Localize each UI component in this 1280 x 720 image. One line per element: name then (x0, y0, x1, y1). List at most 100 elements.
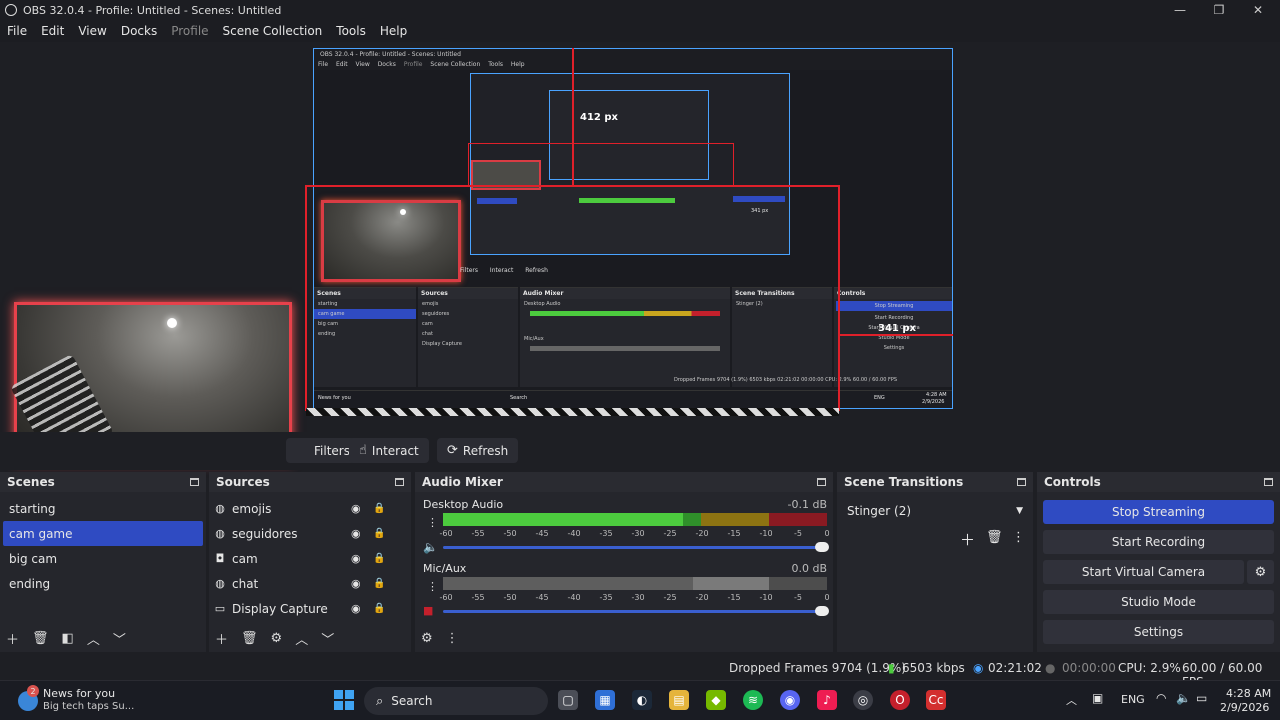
slider-knob[interactable] (815, 606, 829, 616)
menu-edit[interactable]: Edit (41, 24, 64, 38)
scene-item-ending[interactable]: ending (0, 571, 206, 596)
lock-icon[interactable]: 🔒 (373, 553, 385, 564)
file-explorer-icon[interactable]: ▤ (669, 690, 689, 710)
menu-docks[interactable]: Docks (121, 24, 157, 38)
chevron-up-icon[interactable]: ︿ (1066, 692, 1077, 708)
chevron-down-icon[interactable]: ﹀ (321, 629, 334, 648)
source-item-cam[interactable]: ◘ cam ◉ 🔒 (209, 546, 411, 571)
mixer-settings-icon[interactable]: ⚙ (421, 631, 433, 646)
steam-icon[interactable]: ◐ (632, 690, 652, 710)
source-item-emojis[interactable]: ◍ emojis ◉ 🔒 (209, 496, 411, 521)
eye-icon[interactable]: ◉ (351, 552, 361, 565)
slider-knob[interactable] (815, 542, 829, 552)
search-icon: ⌕ (376, 693, 384, 709)
lock-icon[interactable]: 🔒 (373, 528, 385, 539)
undock-icon[interactable] (395, 478, 404, 486)
mixer-header: Audio Mixer (415, 472, 833, 492)
news-title[interactable]: News for you (43, 687, 115, 700)
chevron-down-icon[interactable]: ﹀ (113, 629, 126, 648)
taskbar-search[interactable]: ⌕ Search (364, 687, 548, 715)
discord-icon[interactable]: ◉ (780, 690, 800, 710)
close-button[interactable]: ✕ (1238, 0, 1278, 20)
nvidia-icon[interactable]: ◆ (706, 690, 726, 710)
gear-icon[interactable]: ⚙ (271, 631, 283, 646)
add-icon[interactable]: ＋ (960, 529, 975, 550)
spotify-icon[interactable]: ≋ (743, 690, 763, 710)
menu-view[interactable]: View (78, 24, 106, 38)
chevron-up-icon[interactable]: ︿ (295, 629, 308, 648)
language-indicator[interactable]: ENG (1121, 693, 1145, 706)
kebab-icon[interactable]: ⋮ (427, 516, 438, 529)
clock-time[interactable]: 4:28 AM (1226, 687, 1271, 700)
muted-speaker-icon[interactable]: ■ (423, 604, 433, 617)
volume-slider-desktop[interactable] (443, 542, 829, 552)
search-label: Search (391, 694, 433, 708)
tiktok-icon[interactable]: ♪ (817, 690, 837, 710)
start-recording-button[interactable]: Start Recording (1043, 530, 1274, 554)
lock-icon[interactable]: 🔒 (373, 603, 385, 614)
ms-store-icon[interactable]: ▦ (595, 690, 615, 710)
kebab-icon[interactable]: ⋮ (1012, 530, 1025, 545)
preview-canvas[interactable]: OBS 32.0.4 - Profile: Untitled - Scenes:… (313, 48, 953, 409)
dropped-frames: Dropped Frames 9704 (1.9%) (729, 661, 906, 675)
lock-icon[interactable]: 🔒 (373, 578, 385, 589)
obs-taskbar-icon[interactable]: ◎ (853, 690, 873, 710)
undock-icon[interactable] (190, 478, 199, 486)
measure-guide-right-h (838, 334, 953, 336)
meter-gray-dark (769, 577, 827, 590)
menu-scene-collection[interactable]: Scene Collection (223, 24, 323, 38)
undock-icon[interactable] (817, 478, 826, 486)
trash-icon[interactable]: 🗑 (986, 530, 1003, 545)
tray-app-icon[interactable]: ▣ (1092, 691, 1103, 705)
add-icon[interactable]: ＋ (6, 629, 19, 648)
menu-tools[interactable]: Tools (336, 24, 366, 38)
kebab-icon[interactable]: ⋮ (427, 580, 438, 593)
lock-icon[interactable]: 🔒 (373, 503, 385, 514)
wifi-icon[interactable]: ◠ (1156, 691, 1166, 705)
record-time: 00:00:00 (1062, 661, 1116, 675)
undock-icon[interactable] (1264, 478, 1273, 486)
inner-control: Settings (883, 345, 905, 351)
source-item-seguidores[interactable]: ◍ seguidores ◉ 🔒 (209, 521, 411, 546)
task-view-icon[interactable]: ▢ (558, 690, 578, 710)
battery-icon[interactable]: ▭ (1196, 691, 1207, 705)
eye-icon[interactable]: ◉ (351, 502, 361, 515)
eye-icon[interactable]: ◉ (351, 602, 361, 615)
scene-item-starting[interactable]: starting (0, 496, 206, 521)
capcut-icon[interactable]: Cc (926, 690, 946, 710)
undock-icon[interactable] (1017, 478, 1026, 486)
minimize-button[interactable]: — (1160, 0, 1200, 20)
virtual-camera-gear-icon[interactable]: ⚙ (1247, 560, 1274, 584)
eye-icon[interactable]: ◉ (351, 527, 361, 540)
speaker-icon[interactable]: 🔈 (423, 540, 438, 554)
scene-item-cam-game[interactable]: cam game (3, 521, 203, 546)
chevron-up-icon[interactable]: ︿ (87, 629, 100, 648)
trash-icon[interactable]: 🗑 (241, 631, 258, 646)
start-virtual-camera-button[interactable]: Start Virtual Camera (1043, 560, 1244, 584)
volume-slider-mic[interactable] (443, 606, 829, 616)
clock-date[interactable]: 2/9/2026 (1220, 701, 1269, 714)
trash-icon[interactable]: 🗑 (32, 631, 49, 646)
windows-start-icon[interactable] (334, 690, 354, 710)
kebab-icon[interactable]: ⋮ (446, 631, 459, 646)
refresh-button[interactable]: ⟳ Refresh (437, 438, 519, 463)
stop-streaming-button[interactable]: Stop Streaming (1043, 500, 1274, 524)
inner-inner-meter (579, 198, 675, 203)
transition-select[interactable]: Stinger (2) ▼ (841, 500, 1029, 522)
inner-source: emojis (422, 301, 439, 307)
interact-button[interactable]: ☝ Interact (349, 438, 429, 463)
maximize-button[interactable]: ❐ (1199, 0, 1239, 20)
opera-gx-icon[interactable]: O (890, 690, 910, 710)
source-item-chat[interactable]: ◍ chat ◉ 🔒 (209, 571, 411, 596)
scene-item-big-cam[interactable]: big cam (0, 546, 206, 571)
menu-help[interactable]: Help (380, 24, 407, 38)
settings-button[interactable]: Settings (1043, 620, 1274, 644)
news-subtitle[interactable]: Big tech taps Su... (43, 701, 134, 712)
add-icon[interactable]: ＋ (215, 629, 228, 648)
source-item-display-capture[interactable]: ▭ Display Capture ◉ 🔒 (209, 596, 411, 621)
filter-icon[interactable]: ◧ (62, 631, 74, 646)
menu-file[interactable]: File (7, 24, 27, 38)
volume-icon[interactable]: 🔈 (1176, 691, 1191, 705)
studio-mode-button[interactable]: Studio Mode (1043, 590, 1274, 614)
eye-icon[interactable]: ◉ (351, 577, 361, 590)
